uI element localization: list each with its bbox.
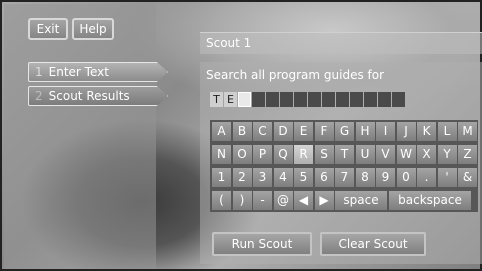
key-q[interactable]: Q (273, 145, 293, 164)
entry-empty-cell (252, 92, 265, 107)
key-p[interactable]: P (253, 145, 272, 164)
key-i[interactable]: I (376, 122, 395, 141)
key-7[interactable]: 7 (335, 168, 354, 187)
key-3[interactable]: 3 (253, 168, 272, 187)
key-z[interactable]: Z (458, 145, 477, 164)
key-k[interactable]: K (417, 122, 436, 141)
key-f[interactable]: F (314, 122, 334, 141)
nav-label: Enter Text (48, 65, 109, 79)
run-scout-button[interactable]: Run Scout (212, 232, 312, 256)
key-o[interactable]: O (232, 145, 252, 164)
key-space[interactable]: space (335, 191, 387, 210)
entry-empty-cell (294, 92, 307, 107)
key-t[interactable]: T (335, 145, 354, 164)
entry-empty-cell (336, 92, 349, 107)
nav-item-scout-results[interactable]: 2 Scout Results (28, 86, 168, 106)
nav-number: 2 (35, 89, 43, 103)
key-v[interactable]: V (376, 145, 395, 164)
key-e[interactable]: E (294, 122, 313, 141)
key-5[interactable]: 5 (294, 168, 313, 187)
key-close-paren[interactable]: ) (232, 191, 252, 210)
nav-item-enter-text[interactable]: 1 Enter Text (28, 62, 168, 82)
key-hyphen[interactable]: - (253, 191, 272, 210)
key-1[interactable]: 1 (212, 168, 231, 187)
clear-scout-button[interactable]: Clear Scout (320, 232, 426, 256)
nav-label: Scout Results (48, 89, 130, 103)
entry-empty-cell (322, 92, 335, 107)
key-d[interactable]: D (273, 122, 293, 141)
key-r[interactable]: R (294, 145, 313, 164)
key-backspace[interactable]: backspace (389, 191, 471, 210)
entry-empty-cell (266, 92, 279, 107)
cursor-left-key[interactable]: ◀ (294, 191, 313, 210)
exit-button[interactable]: Exit (28, 18, 68, 40)
nav-number: 1 (35, 65, 43, 79)
search-entry-field[interactable]: TE (210, 92, 406, 107)
left-panel (4, 4, 156, 269)
key-open-paren[interactable]: ( (212, 191, 231, 210)
key-8[interactable]: 8 (355, 168, 375, 187)
scout-panel: Search all program guides for TE ABCDEFG… (200, 62, 482, 264)
entry-empty-cell (392, 92, 405, 107)
key-b[interactable]: B (232, 122, 252, 141)
key-c[interactable]: C (253, 122, 272, 141)
key-h[interactable]: H (355, 122, 375, 141)
key-l[interactable]: L (437, 122, 457, 141)
key-9[interactable]: 9 (376, 168, 395, 187)
key-n[interactable]: N (212, 145, 231, 164)
key-j[interactable]: J (396, 122, 416, 141)
page-title: Scout 1 (200, 32, 482, 54)
key-y[interactable]: Y (437, 145, 457, 164)
entry-char: E (224, 92, 237, 107)
entry-empty-cell (364, 92, 377, 107)
key-m[interactable]: M (458, 122, 477, 141)
key-period[interactable]: . (417, 168, 436, 187)
key-a[interactable]: A (212, 122, 231, 141)
key-4[interactable]: 4 (273, 168, 293, 187)
key-ampersand[interactable]: & (458, 168, 477, 187)
key-g[interactable]: G (335, 122, 354, 141)
entry-empty-cell (308, 92, 321, 107)
cursor-right-key[interactable]: ▶ (314, 191, 334, 210)
entry-empty-cell (378, 92, 391, 107)
onscreen-keyboard: A B C D E F G H I J K L M N O P Q R S T U V W X Y Z 1 2 3 4 5 6 7 8 9 0. ' & (… (210, 120, 478, 212)
key-0[interactable]: 0 (396, 168, 416, 187)
tv-screen: Exit Help 1 Enter Text 2 Scout Results Sco… (0, 0, 482, 271)
key-s[interactable]: S (314, 145, 334, 164)
entry-char: T (210, 92, 223, 107)
key-x[interactable]: X (417, 145, 436, 164)
key-at[interactable]: @ (273, 191, 293, 210)
entry-empty-cell (350, 92, 363, 107)
entry-empty-cell (280, 92, 293, 107)
entry-cursor (238, 92, 251, 107)
key-6[interactable]: 6 (314, 168, 334, 187)
search-prompt: Search all program guides for (206, 68, 385, 82)
key-w[interactable]: W (396, 145, 416, 164)
key-apostrophe[interactable]: ' (437, 168, 457, 187)
key-2[interactable]: 2 (232, 168, 252, 187)
key-u[interactable]: U (355, 145, 375, 164)
help-button[interactable]: Help (72, 18, 114, 40)
